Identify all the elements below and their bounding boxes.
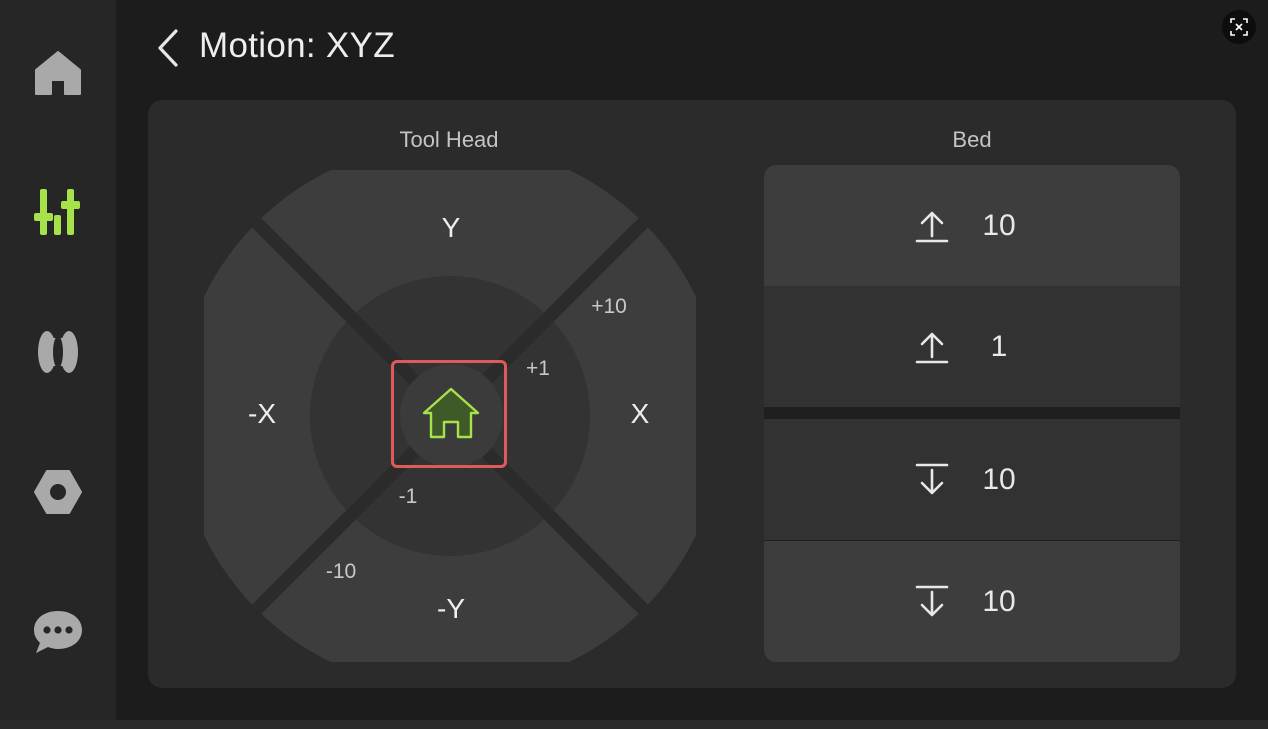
sliders-icon bbox=[34, 189, 80, 235]
bed-step-value: 10 bbox=[982, 208, 1016, 242]
screenshot-button[interactable] bbox=[1222, 10, 1256, 44]
step-label-plus-1: +1 bbox=[526, 357, 550, 380]
arrow-down-icon bbox=[915, 463, 949, 494]
chat-bubble-icon bbox=[34, 611, 82, 653]
arrow-up-icon bbox=[915, 211, 949, 242]
home-icon bbox=[35, 51, 81, 95]
sidebar-item-tune[interactable] bbox=[0, 157, 116, 267]
bed-step-value: 1 bbox=[990, 329, 1008, 363]
bed-up-1-button[interactable]: 1 bbox=[764, 286, 1180, 407]
sidebar-item-filament[interactable] bbox=[0, 297, 116, 407]
home-icon bbox=[422, 387, 480, 439]
screenshot-icon bbox=[1230, 18, 1248, 36]
bed-down-10b-button[interactable]: 10 bbox=[764, 541, 1180, 662]
sidebar-item-home[interactable] bbox=[0, 18, 116, 128]
bed-step-value: 10 bbox=[982, 462, 1016, 496]
sidebar-item-settings[interactable] bbox=[0, 437, 116, 547]
step-label-minus-10: -10 bbox=[325, 560, 357, 583]
jog-label-x: X bbox=[630, 398, 650, 429]
bottom-edge bbox=[0, 720, 1268, 729]
back-button[interactable] bbox=[148, 24, 188, 72]
chevron-left-icon bbox=[158, 29, 178, 67]
arrow-down-icon bbox=[915, 585, 949, 616]
sidebar bbox=[0, 0, 116, 720]
bed-up-10-button[interactable]: 10 bbox=[764, 165, 1180, 286]
bed-controls: 10 1 10 10 bbox=[764, 165, 1180, 662]
jog-label-minus-x: -X bbox=[248, 398, 276, 429]
bed-step-value: 10 bbox=[982, 584, 1016, 618]
bed-down-10-button[interactable]: 10 bbox=[764, 419, 1180, 540]
jog-label-minus-y: -Y bbox=[437, 593, 465, 624]
bed-label: Bed bbox=[952, 127, 992, 152]
page-title: Motion: XYZ bbox=[199, 26, 395, 65]
sidebar-item-messages[interactable] bbox=[0, 577, 116, 687]
arrow-up-icon bbox=[915, 332, 949, 363]
tool-head-label: Tool Head bbox=[399, 127, 499, 152]
step-label-minus-1: -1 bbox=[398, 485, 418, 508]
jog-label-y: Y bbox=[441, 212, 461, 243]
step-label-plus-10: +10 bbox=[591, 295, 627, 318]
filament-spool-icon bbox=[38, 331, 78, 373]
nut-icon bbox=[34, 470, 82, 514]
